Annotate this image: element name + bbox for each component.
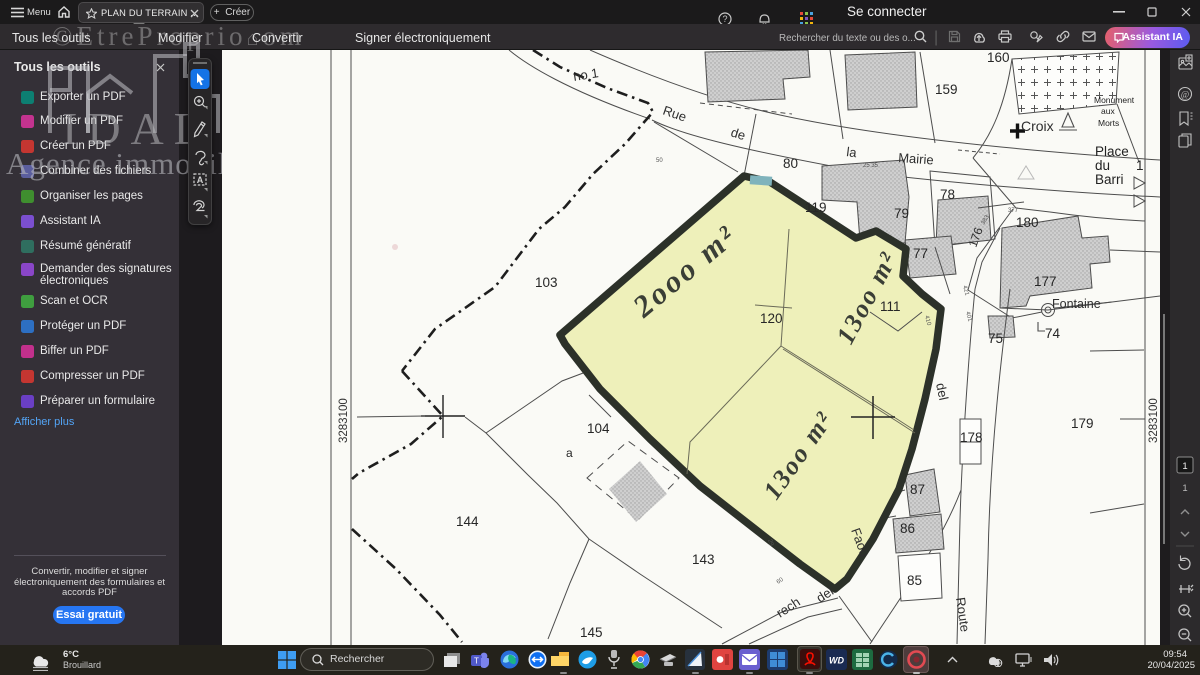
svg-text:119: 119 xyxy=(805,200,827,215)
svg-text:a: a xyxy=(566,446,573,460)
svg-text:25 35: 25 35 xyxy=(863,163,879,169)
svg-text:Morts: Morts xyxy=(1098,118,1119,128)
svg-text:111: 111 xyxy=(880,299,901,314)
svg-text:WD: WD xyxy=(829,656,844,666)
svg-text:145: 145 xyxy=(580,625,603,640)
svg-text:77: 77 xyxy=(913,246,928,261)
svg-text:377: 377 xyxy=(1008,208,1019,214)
svg-text:T: T xyxy=(474,657,479,666)
svg-text:Barri: Barri xyxy=(1095,172,1124,187)
svg-text:103: 103 xyxy=(535,275,558,290)
svg-text:Place: Place xyxy=(1095,144,1129,159)
svg-text:50: 50 xyxy=(656,158,663,164)
svg-text:@: @ xyxy=(1181,90,1189,100)
svg-text:75: 75 xyxy=(988,331,1003,346)
svg-text:144: 144 xyxy=(456,514,479,529)
svg-text:Fontaine: Fontaine xyxy=(1052,297,1101,311)
svg-text:3283100: 3283100 xyxy=(338,398,350,443)
svg-text:178: 178 xyxy=(960,430,983,445)
svg-text:120: 120 xyxy=(760,311,783,326)
svg-text:159: 159 xyxy=(935,82,958,97)
svg-text:3283100: 3283100 xyxy=(1148,398,1160,443)
svg-text:85: 85 xyxy=(907,573,922,588)
svg-text:104: 104 xyxy=(587,421,610,436)
svg-text:160: 160 xyxy=(987,50,1010,65)
svg-text:87: 87 xyxy=(910,482,925,497)
svg-text:1: 1 xyxy=(1136,158,1144,173)
svg-text:aux: aux xyxy=(1101,106,1115,116)
svg-text:74: 74 xyxy=(1045,326,1061,341)
svg-text:79: 79 xyxy=(894,206,909,221)
svg-text:Croix: Croix xyxy=(1021,118,1054,134)
svg-text:du: du xyxy=(1095,158,1110,173)
svg-text:143: 143 xyxy=(692,552,715,567)
svg-text:180: 180 xyxy=(1016,215,1039,230)
svg-text:177: 177 xyxy=(1034,274,1057,289)
svg-text:179: 179 xyxy=(1071,416,1094,431)
svg-text:1: 1 xyxy=(1182,461,1187,472)
svg-text:1: 1 xyxy=(1182,483,1187,494)
svg-text:86: 86 xyxy=(900,521,915,536)
svg-text:?: ? xyxy=(722,14,727,24)
svg-text:78: 78 xyxy=(940,187,955,202)
svg-text:A: A xyxy=(197,175,204,185)
svg-text:Mairie: Mairie xyxy=(898,150,934,167)
svg-text:80: 80 xyxy=(783,156,798,171)
svg-text:Monument: Monument xyxy=(1094,95,1135,105)
